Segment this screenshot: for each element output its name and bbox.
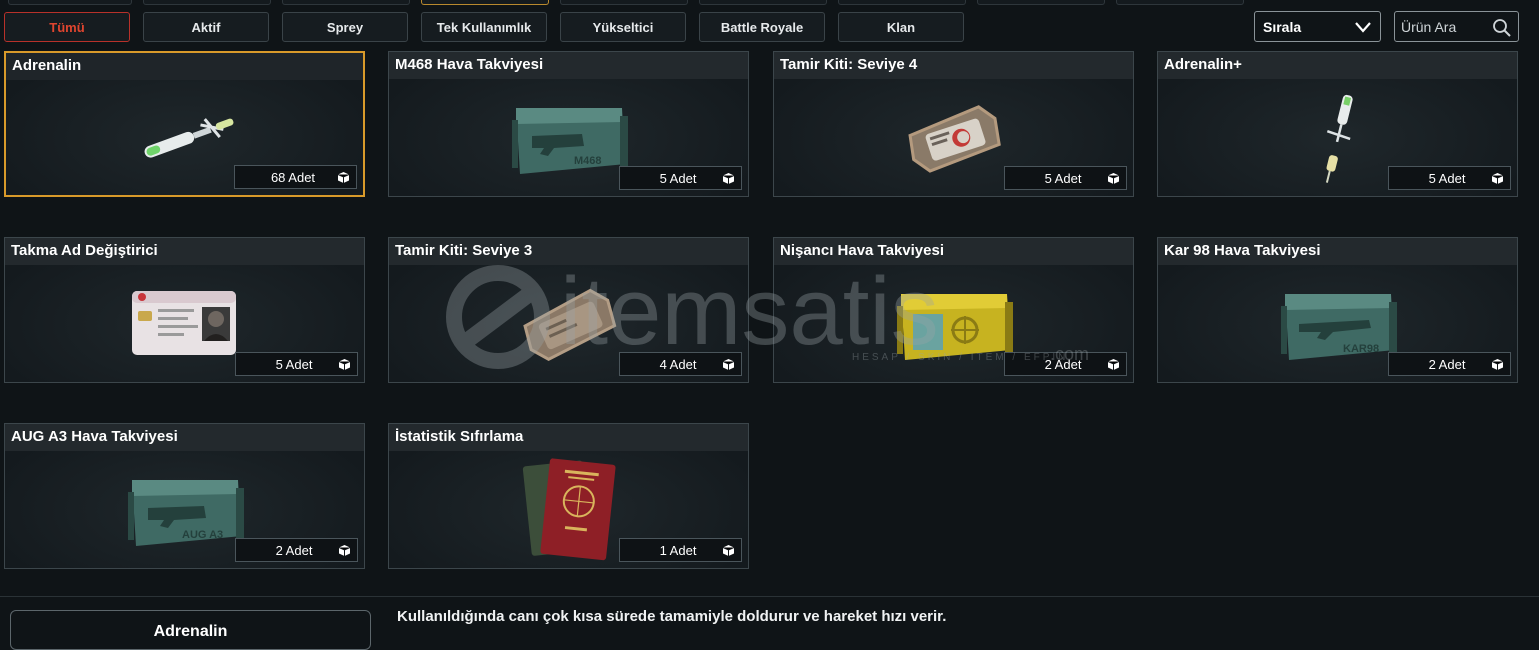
item-title: Takma Ad Değiştirici <box>5 238 364 265</box>
quantity-badge: 2 Adet <box>235 538 358 562</box>
item-card-takma-ad-degistirici[interactable]: Takma Ad Değiştirici 5 Adet <box>4 237 365 383</box>
top-strip-segment <box>560 0 688 5</box>
quantity-badge: 5 Adet <box>1388 166 1511 190</box>
item-card-aug-a3-hava-takviyesi[interactable]: AUG A3 Hava Takviyesi AUG A3 2 Adet <box>4 423 365 569</box>
sort-label: Sırala <box>1263 18 1302 35</box>
tab-battle-royale[interactable]: Battle Royale <box>699 12 825 42</box>
top-strip-segment-active <box>421 0 549 5</box>
svg-text:KAR98: KAR98 <box>1343 343 1379 355</box>
quantity-badge: 68 Adet <box>234 165 357 189</box>
item-card-tamir-kiti-seviye-3[interactable]: Tamir Kiti: Seviye 3 4 Adet <box>388 237 749 383</box>
search-input[interactable]: Ürün Ara <box>1394 11 1519 42</box>
top-strip-segment <box>699 0 827 5</box>
quantity-badge: 1 Adet <box>619 538 742 562</box>
box-icon <box>338 545 351 556</box>
quantity-badge: 2 Adet <box>1388 352 1511 376</box>
search-icon[interactable] <box>1492 18 1512 38</box>
item-title: Adrenalin <box>6 53 363 80</box>
top-strip-segment <box>8 0 132 5</box>
svg-text:M468: M468 <box>574 155 602 167</box>
divider <box>0 596 1539 597</box>
item-card-kar-98-hava-takviyesi[interactable]: Kar 98 Hava Takviyesi KAR98 2 Adet <box>1157 237 1518 383</box>
tab-yukseltici[interactable]: Yükseltici <box>560 12 686 42</box>
top-tab-strip <box>0 0 1539 6</box>
top-strip-segment <box>977 0 1105 5</box>
box-icon <box>722 545 735 556</box>
quantity-badge: 5 Adet <box>619 166 742 190</box>
item-title: Tamir Kiti: Seviye 4 <box>774 52 1133 79</box>
item-title: AUG A3 Hava Takviyesi <box>5 424 364 451</box>
box-icon <box>722 359 735 370</box>
chevron-down-icon <box>1355 22 1371 33</box>
item-card-nisanci-hava-takviyesi[interactable]: Nişancı Hava Takviyesi 2 Adet <box>773 237 1134 383</box>
item-card-adrenalin[interactable]: Adrenalin 68 Adet <box>4 51 365 197</box>
svg-text:AUG A3: AUG A3 <box>182 529 223 541</box>
top-strip-segment <box>1116 0 1244 5</box>
top-strip-segment <box>838 0 966 5</box>
box-icon <box>1107 359 1120 370</box>
tab-tumu[interactable]: Tümü <box>4 12 130 42</box>
box-icon <box>337 172 350 183</box>
box-icon <box>722 173 735 184</box>
top-strip-segment <box>143 0 271 5</box>
sort-dropdown[interactable]: Sırala <box>1254 11 1381 42</box>
item-title: Kar 98 Hava Takviyesi <box>1158 238 1517 265</box>
box-icon <box>1107 173 1120 184</box>
item-card-m468-hava-takviyesi[interactable]: M468 Hava Takviyesi M468 5 Adet <box>388 51 749 197</box>
tab-tek-kullanimlik[interactable]: Tek Kullanımlık <box>421 12 547 42</box>
item-title: Tamir Kiti: Seviye 3 <box>389 238 748 265</box>
search-placeholder: Ürün Ara <box>1401 18 1457 35</box>
box-icon <box>1491 359 1504 370</box>
item-card-istatistik-sifirlama[interactable]: İstatistik Sıfırlama 1 Adet <box>388 423 749 569</box>
quantity-badge: 5 Adet <box>1004 166 1127 190</box>
item-title: Nişancı Hava Takviyesi <box>774 238 1133 265</box>
item-card-tamir-kiti-seviye-4[interactable]: Tamir Kiti: Seviye 4 5 Adet <box>773 51 1134 197</box>
quantity-badge: 4 Adet <box>619 352 742 376</box>
quantity-badge: 2 Adet <box>1004 352 1127 376</box>
tab-aktif[interactable]: Aktif <box>143 12 269 42</box>
item-description: Kullanıldığında canı çok kısa sürede tam… <box>397 608 947 625</box>
top-strip-segment <box>282 0 410 5</box>
item-card-adrenalin-plus[interactable]: Adrenalin+ 5 Adet <box>1157 51 1518 197</box>
item-title: İstatistik Sıfırlama <box>389 424 748 451</box>
tab-sprey[interactable]: Sprey <box>282 12 408 42</box>
box-icon <box>338 359 351 370</box>
selected-item-button[interactable]: Adrenalin <box>10 610 371 650</box>
tab-klan[interactable]: Klan <box>838 12 964 42</box>
box-icon <box>1491 173 1504 184</box>
item-title: M468 Hava Takviyesi <box>389 52 748 79</box>
quantity-badge: 5 Adet <box>235 352 358 376</box>
item-title: Adrenalin+ <box>1158 52 1517 79</box>
